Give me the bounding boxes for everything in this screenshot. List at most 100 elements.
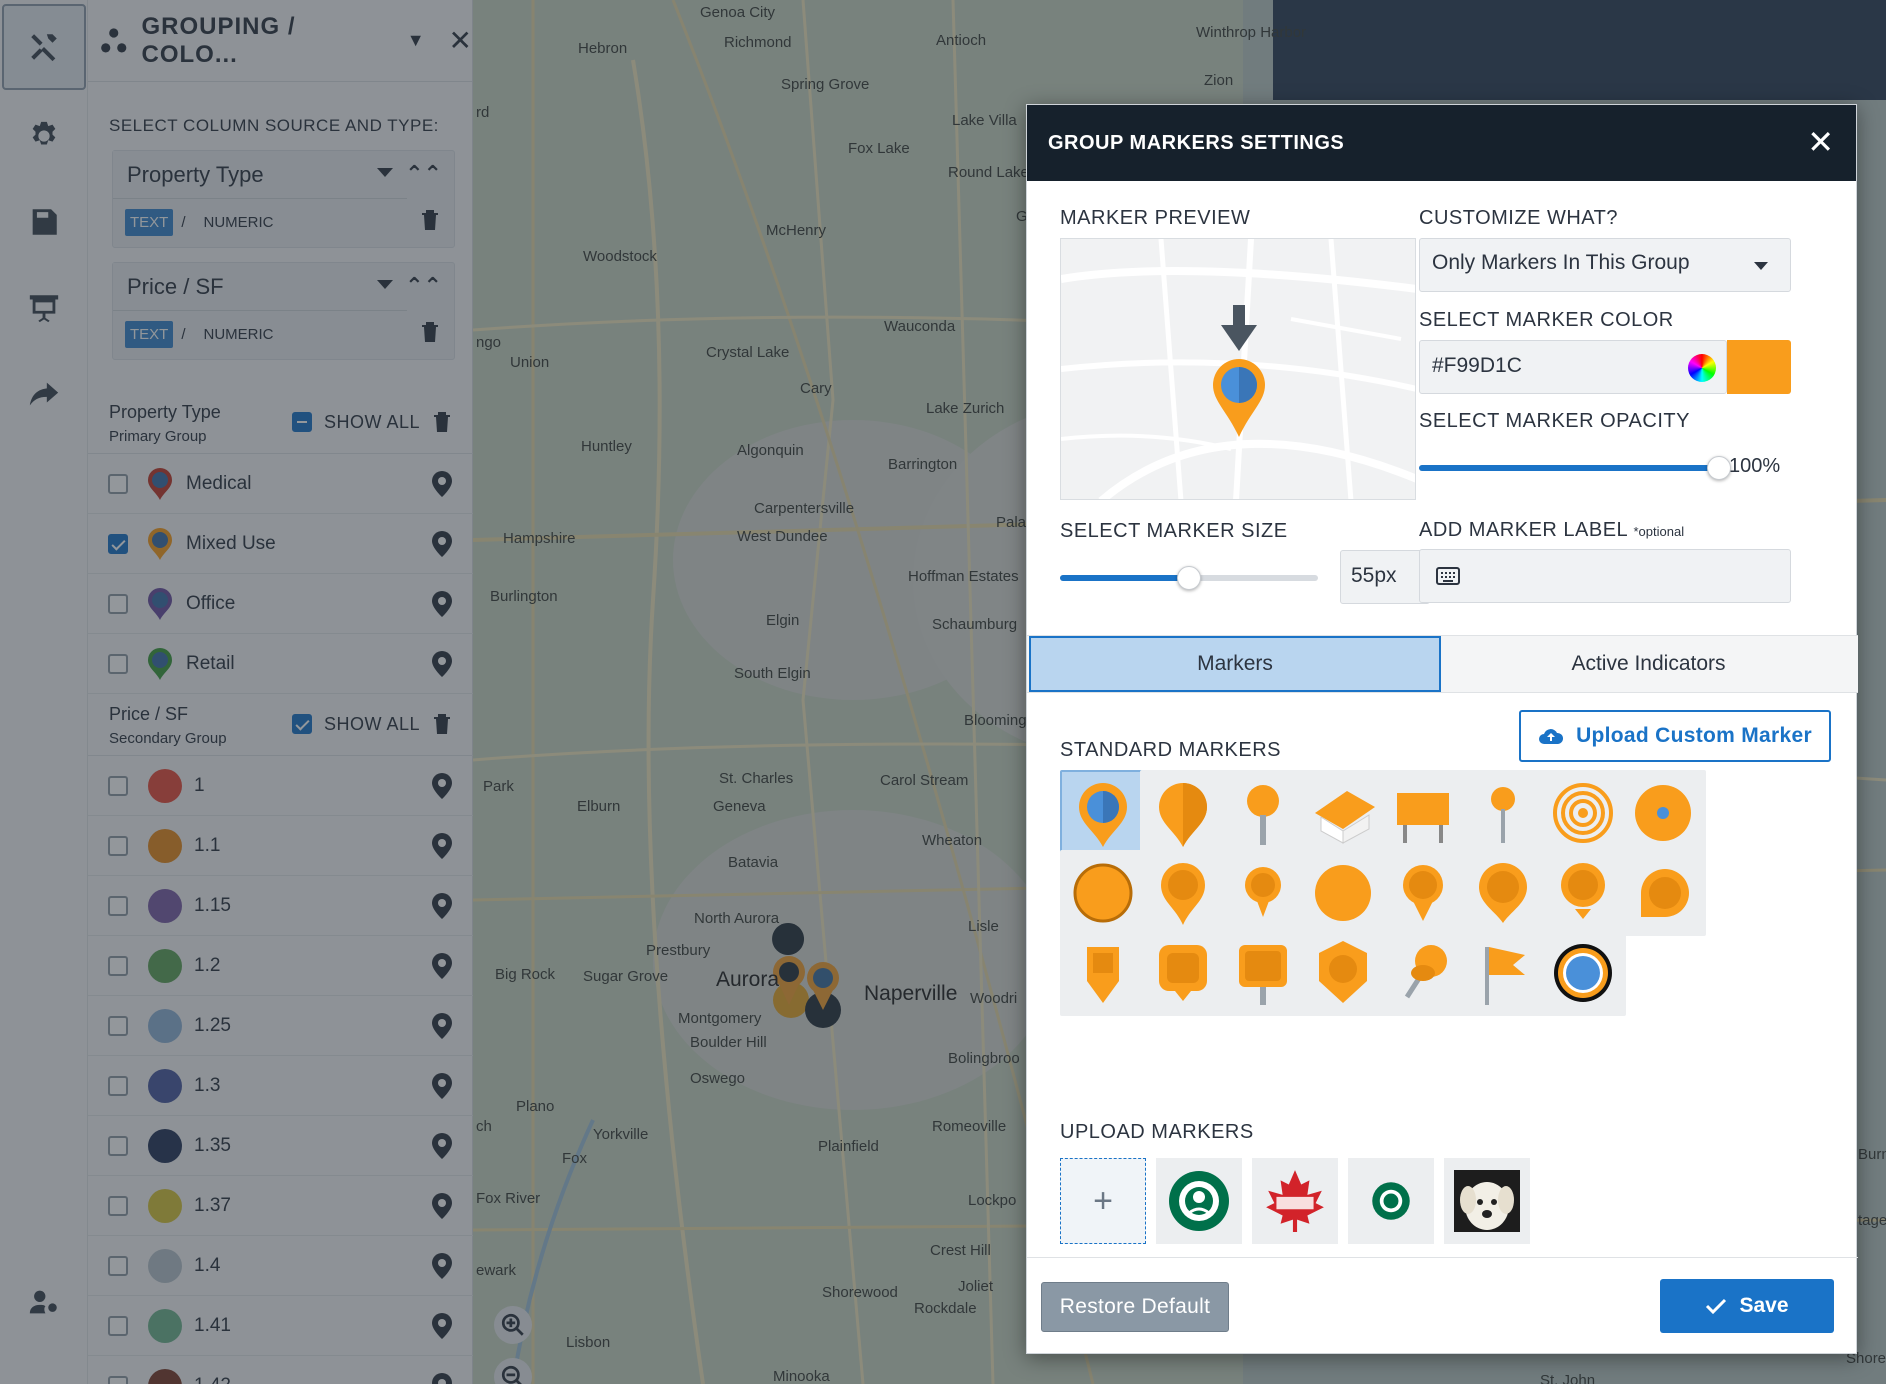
marker-preview-label: MARKER PREVIEW [1060, 207, 1251, 229]
plus-icon: + [1093, 1181, 1113, 1220]
standard-marker-option[interactable] [1540, 850, 1626, 936]
marker-style-icon [1245, 867, 1281, 917]
marker-style-icon [1397, 793, 1449, 843]
marker-style-icon [1239, 945, 1287, 1005]
standard-marker-option[interactable] [1540, 770, 1626, 856]
standard-marker-option[interactable] [1460, 850, 1546, 936]
marker-opacity-label: SELECT MARKER OPACITY [1419, 410, 1690, 432]
upload-markers-label: UPLOAD MARKERS [1060, 1121, 1254, 1143]
tab-active-indicators[interactable]: Active Indicators [1441, 636, 1856, 692]
standard-marker-option[interactable] [1140, 850, 1226, 936]
standard-marker-option[interactable] [1220, 850, 1306, 936]
upload-custom-marker-button[interactable]: Upload Custom Marker [1519, 710, 1831, 762]
standard-marker-option[interactable] [1060, 850, 1146, 936]
marker-style-icon [1159, 783, 1207, 847]
starbucks-logo-icon [1169, 1171, 1229, 1231]
marker-style-icon [1315, 791, 1375, 844]
cloud-upload-icon [1539, 729, 1564, 744]
marker-style-icon [1404, 945, 1447, 999]
size-slider-handle[interactable] [1177, 566, 1201, 590]
standard-marker-option[interactable] [1220, 770, 1306, 856]
marker-label-title: ADD MARKER LABEL [1419, 519, 1628, 541]
marker-style-icon [1159, 945, 1207, 1001]
marker-style-icon [1641, 869, 1689, 917]
marker-style-icon [1491, 787, 1515, 843]
upload-custom-marker-label: Upload Custom Marker [1576, 724, 1812, 747]
dog-photo-icon [1454, 1170, 1520, 1232]
standard-marker-option[interactable] [1380, 770, 1466, 856]
marker-style-icon [1403, 865, 1443, 921]
marker-size-label: SELECT MARKER SIZE [1060, 520, 1288, 542]
marker-style-icon [1561, 863, 1605, 919]
starbucks-logo-icon [1372, 1182, 1410, 1220]
standard-markers-label: STANDARD MARKERS [1060, 739, 1281, 761]
standard-marker-option[interactable] [1220, 930, 1306, 1016]
marker-style-icon [1553, 783, 1613, 843]
standard-marker-option[interactable] [1300, 930, 1386, 1016]
opacity-slider-handle[interactable] [1707, 456, 1731, 480]
customize-what-select[interactable]: Only Markers In This Group [1419, 238, 1791, 292]
save-button[interactable]: Save [1660, 1279, 1834, 1333]
marker-style-icon [1635, 785, 1691, 841]
size-slider-fill [1060, 575, 1189, 581]
marker-color-input[interactable]: #F99D1C [1419, 340, 1727, 394]
customize-what-value: Only Markers In This Group [1432, 251, 1690, 274]
chevron-down-icon [1754, 262, 1768, 270]
footer-divider [1027, 1257, 1858, 1258]
marker-style-icon [1315, 865, 1371, 921]
marker-label-optional: *optional [1633, 524, 1685, 539]
marker-opacity-value: 100% [1729, 455, 1781, 477]
standard-marker-option[interactable] [1060, 930, 1146, 1016]
uploaded-marker-dog-photo[interactable] [1444, 1158, 1530, 1244]
standard-marker-option[interactable] [1300, 850, 1386, 936]
save-label: Save [1739, 1294, 1789, 1317]
check-icon [1706, 1298, 1727, 1315]
standard-marker-option[interactable] [1380, 850, 1466, 936]
marker-label-input[interactable] [1419, 549, 1791, 603]
restore-default-button[interactable]: Restore Default [1041, 1282, 1229, 1332]
standard-marker-option[interactable] [1540, 930, 1626, 1016]
marker-size-value: 55px [1351, 564, 1397, 587]
maple-leaf-logo-icon [1266, 1170, 1324, 1232]
standard-marker-option[interactable] [1460, 930, 1546, 1016]
marker-size-input[interactable]: 55px [1340, 550, 1430, 604]
marker-opacity-slider[interactable] [1419, 456, 1731, 480]
standard-marker-option[interactable] [1380, 930, 1466, 1016]
uploaded-marker-starbucks[interactable] [1156, 1158, 1242, 1244]
keyboard-icon [1436, 567, 1460, 585]
marker-style-icon [1073, 863, 1133, 923]
standard-marker-option[interactable] [1620, 850, 1706, 936]
marker-color-label: SELECT MARKER COLOR [1419, 309, 1674, 331]
group-markers-settings-dialog: GROUP MARKERS SETTINGS ✕ MARKER PREVIEW … [1026, 104, 1858, 1354]
standard-marker-option[interactable] [1140, 930, 1226, 1016]
marker-style-icon [1485, 947, 1525, 1005]
marker-style-icon [1554, 944, 1612, 1002]
standard-marker-option[interactable] [1620, 770, 1706, 856]
marker-size-slider[interactable] [1060, 566, 1318, 590]
standard-marker-option[interactable] [1300, 770, 1386, 856]
marker-preview [1060, 238, 1416, 500]
marker-style-icon [1161, 863, 1205, 925]
dialog-close-icon[interactable]: ✕ [1807, 123, 1834, 161]
dialog-header: GROUP MARKERS SETTINGS ✕ [1027, 105, 1856, 181]
marker-style-icon [1319, 941, 1367, 1003]
standard-marker-option[interactable] [1140, 770, 1226, 856]
marker-color-swatch[interactable] [1727, 340, 1791, 394]
standard-marker-option[interactable] [1060, 770, 1146, 856]
uploaded-marker-starbucks-small[interactable] [1348, 1158, 1434, 1244]
standard-marker-option[interactable] [1460, 770, 1546, 856]
preview-map [1061, 239, 1415, 499]
customize-what-label: CUSTOMIZE WHAT? [1419, 207, 1618, 229]
opacity-slider-fill [1419, 465, 1719, 471]
uploaded-marker-tim-hortons[interactable] [1252, 1158, 1338, 1244]
marker-color-value: #F99D1C [1432, 354, 1522, 377]
add-upload-marker-button[interactable]: + [1060, 1158, 1146, 1244]
marker-label-label: ADD MARKER LABEL *optional [1419, 519, 1684, 542]
tab-markers[interactable]: Markers [1029, 636, 1441, 692]
marker-style-icon [1079, 783, 1127, 847]
marker-style-icon [1247, 785, 1279, 845]
color-wheel-icon[interactable] [1688, 354, 1716, 382]
dialog-title: GROUP MARKERS SETTINGS [1048, 131, 1345, 154]
marker-style-icon [1087, 947, 1119, 1003]
marker-style-icon [1479, 863, 1527, 923]
